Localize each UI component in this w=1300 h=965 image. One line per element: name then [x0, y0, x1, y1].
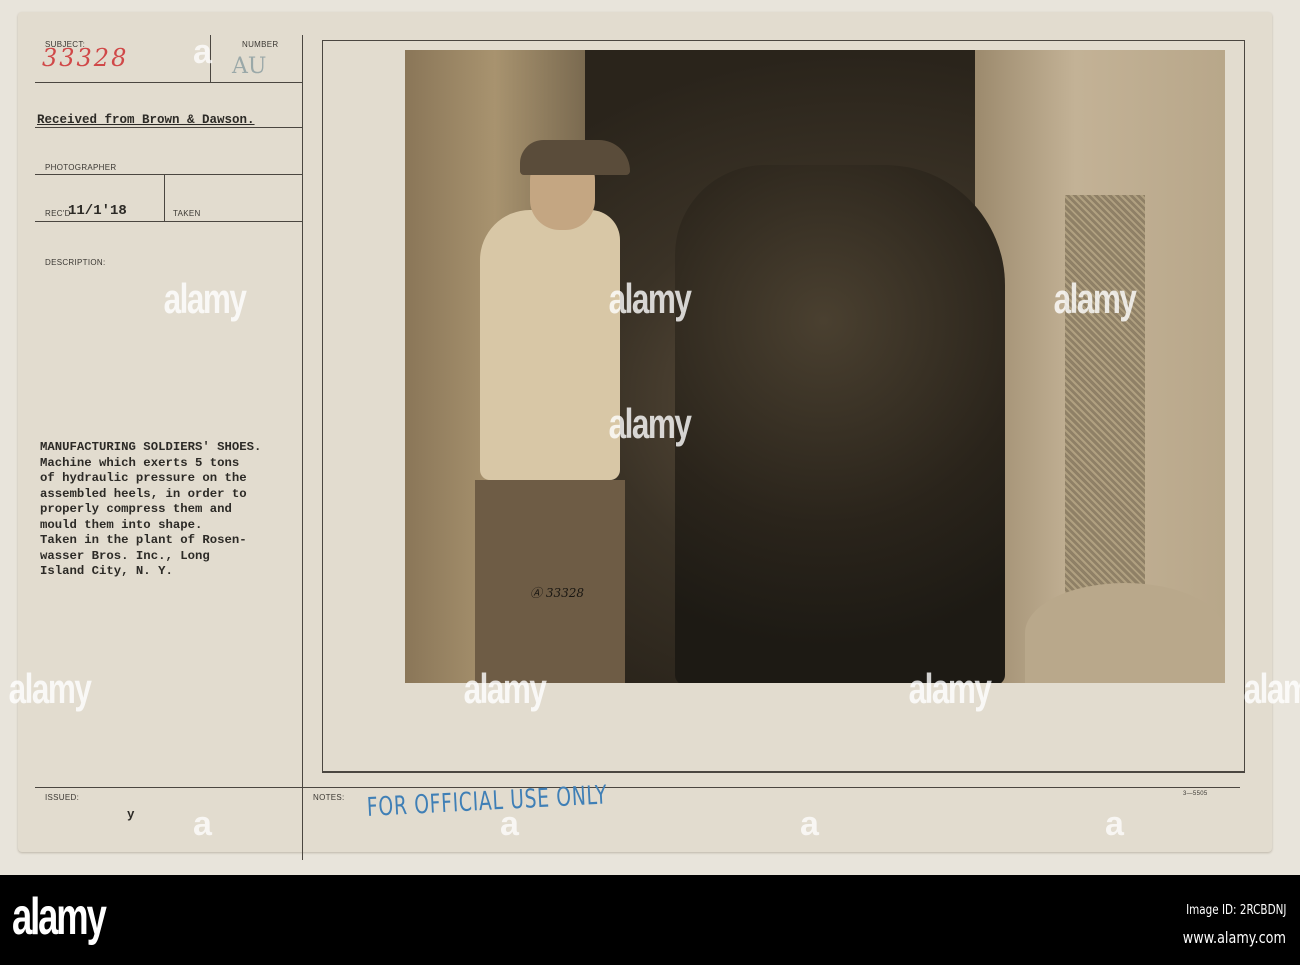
divider: [35, 174, 302, 175]
watermark-letter: a: [1105, 805, 1124, 843]
divider: [164, 174, 165, 222]
notes-label: NOTES:: [313, 793, 345, 802]
watermark-letter: a: [800, 805, 819, 843]
recd-date: 11/1'18: [68, 203, 127, 219]
photo-number: Ⓐ 33328: [530, 586, 584, 600]
image-id: Image ID: 2RCBDNJ: [1185, 903, 1286, 918]
watermark: alamy: [608, 400, 692, 447]
watermark: alamy: [1243, 665, 1300, 712]
issued-value: y: [127, 808, 135, 822]
description-text: MANUFACTURING SOLDIERS' SHOES. Machine w…: [40, 440, 262, 578]
watermark: alamy: [463, 665, 547, 712]
watermark-letter: a: [193, 805, 212, 843]
watermark: alamy: [8, 665, 92, 712]
received-from: Received from Brown & Dawson.: [37, 113, 255, 127]
subject-number: 33328: [42, 44, 129, 72]
alamy-logo: alamy: [12, 888, 107, 946]
divider: [35, 82, 302, 83]
alamy-url[interactable]: www.alamy.com: [1183, 928, 1286, 947]
photographer-label: PHOTOGRAPHER: [45, 163, 117, 172]
form-number: 3—5505: [1183, 791, 1208, 797]
recd-label: REC'D: [45, 209, 71, 218]
photograph: [405, 50, 1225, 683]
watermark: alamy: [1053, 275, 1137, 322]
divider: [35, 787, 1240, 788]
watermark: alamy: [608, 275, 692, 322]
watermark: alamy: [908, 665, 992, 712]
divider: [35, 127, 302, 128]
watermark-letter: a: [500, 805, 519, 843]
hydraulic-press: [675, 165, 1005, 683]
number-label: NUMBER: [242, 40, 279, 49]
alamy-footer: alamy Image ID: 2RCBDNJ www.alamy.com: [0, 875, 1300, 965]
divider: [35, 221, 302, 222]
watermark: alamy: [163, 275, 247, 322]
description-label: DESCRIPTION:: [45, 258, 106, 267]
number-value: AU: [232, 54, 267, 79]
watermark-letter: a: [193, 33, 212, 71]
taken-label: TAKEN: [173, 209, 201, 218]
issued-label: ISSUED:: [45, 793, 80, 802]
